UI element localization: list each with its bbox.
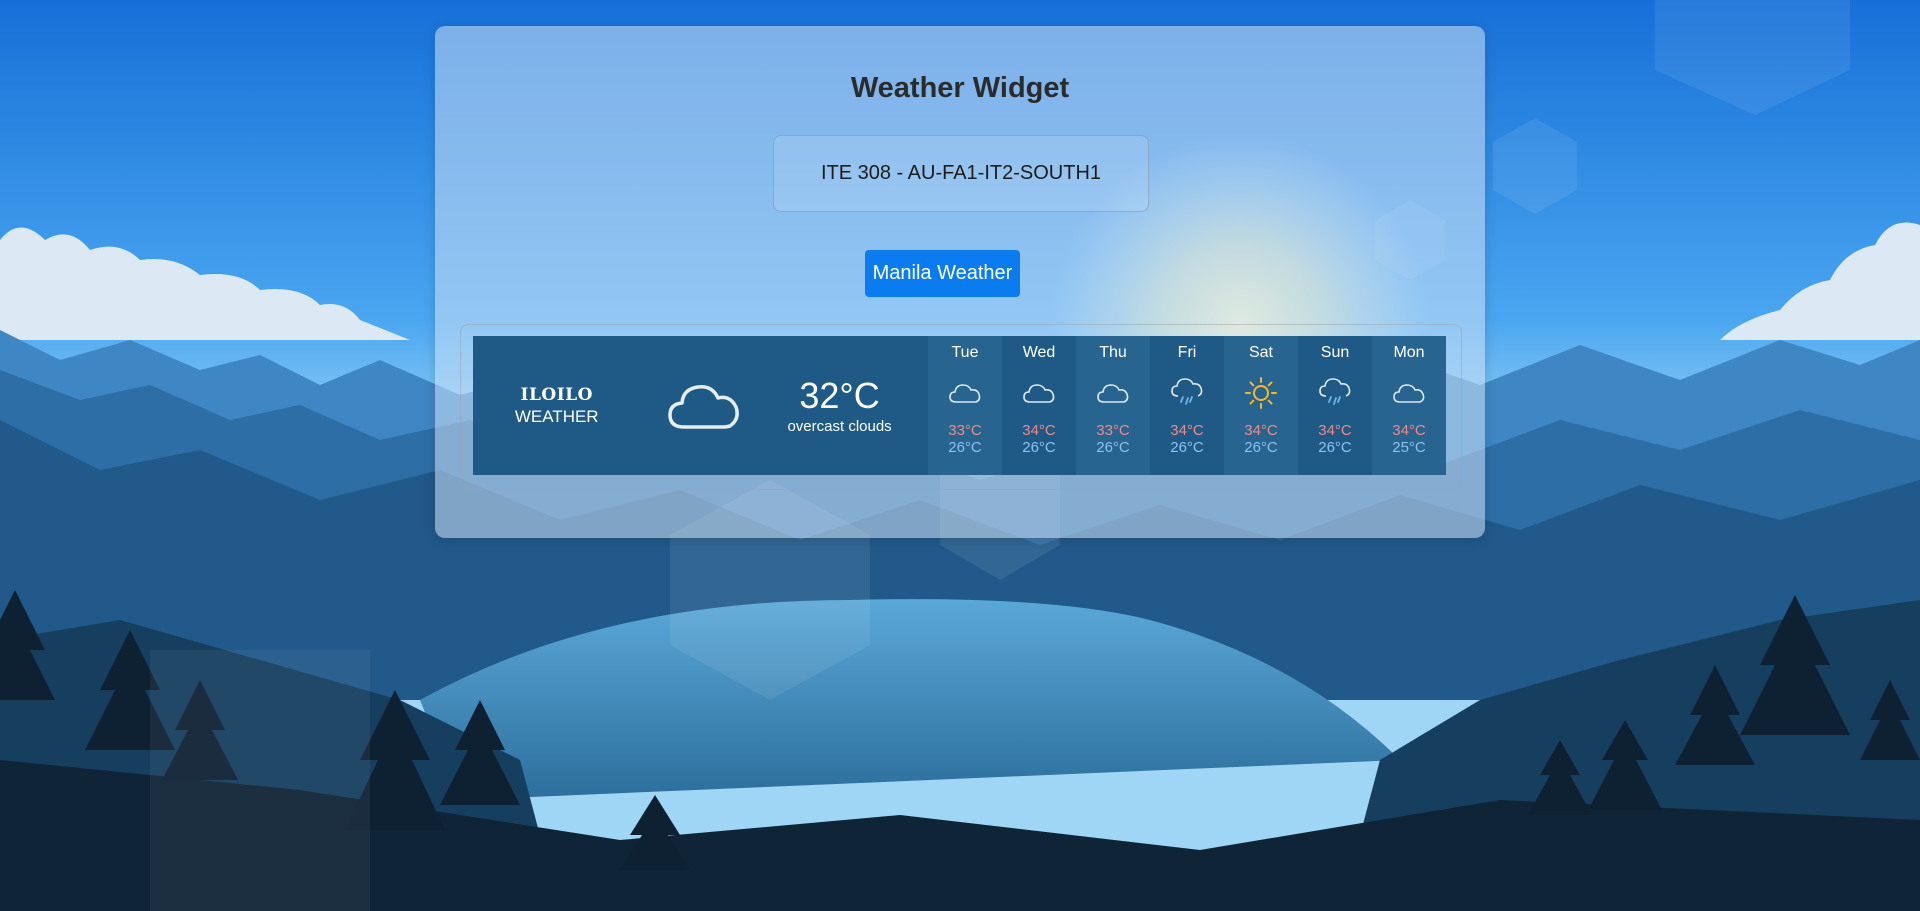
cloud-icon	[1097, 384, 1129, 403]
forecast-high: 34°C	[1022, 422, 1056, 439]
forecast-high: 33°C	[1096, 422, 1130, 439]
forecast-day-name: Wed	[1022, 344, 1056, 361]
forecast-low: 26°C	[1244, 439, 1278, 456]
forecast-low: 25°C	[1392, 439, 1426, 456]
current-temperature-block: 32°C overcast clouds	[767, 336, 912, 475]
forecast-day-name: Mon	[1393, 344, 1425, 361]
forecast-day: Sat 34°C 26°C	[1224, 336, 1298, 475]
weather-label: WEATHER	[514, 406, 599, 426]
forecast-day-name: Sat	[1248, 344, 1273, 361]
forecast-day-name: Tue	[951, 344, 979, 361]
weather-card: Weather Widget ITE 308 - AU-FA1-IT2-SOUT…	[435, 26, 1485, 538]
weather-widget: ILOILO WEATHER 32°C overcast clouds Tue …	[473, 336, 1446, 475]
rain-cloud-icon	[1171, 378, 1203, 405]
forecast-day-name: Thu	[1099, 344, 1127, 361]
forecast-day: Fri 34°C 26°C	[1150, 336, 1224, 475]
cloud-icon	[1393, 384, 1425, 403]
course-label-box: ITE 308 - AU-FA1-IT2-SOUTH1	[773, 135, 1149, 212]
current-location: ILOILO WEATHER	[473, 336, 640, 475]
city-name: ILOILO	[520, 384, 593, 405]
forecast-list: Tue 33°C 26°C Wed 34°C 26°C Thu 33°C 26°…	[928, 336, 1446, 475]
page-title: Weather Widget	[850, 72, 1070, 104]
forecast-high: 34°C	[1170, 422, 1204, 439]
forecast-high: 34°C	[1392, 422, 1426, 439]
current-weather-icon-wrap	[640, 336, 767, 475]
forecast-high: 34°C	[1244, 422, 1278, 439]
cloud-icon	[1023, 384, 1055, 403]
weather-description: overcast clouds	[787, 418, 892, 435]
forecast-day: Wed 34°C 26°C	[1002, 336, 1076, 475]
cloud-icon	[949, 384, 981, 403]
cloud-icon	[668, 384, 739, 429]
current-temperature: 32°C	[799, 375, 880, 416]
forecast-low: 26°C	[1096, 439, 1130, 456]
course-label: ITE 308 - AU-FA1-IT2-SOUTH1	[820, 162, 1102, 184]
forecast-day: Thu 33°C 26°C	[1076, 336, 1150, 475]
forecast-low: 26°C	[1022, 439, 1056, 456]
rain-cloud-icon	[1319, 378, 1351, 405]
forecast-day: Tue 33°C 26°C	[928, 336, 1002, 475]
forecast-high: 33°C	[948, 422, 982, 439]
forecast-day-name: Fri	[1177, 344, 1197, 361]
forecast-day: Mon 34°C 25°C	[1372, 336, 1446, 475]
forecast-low: 26°C	[1170, 439, 1204, 456]
forecast-day-name: Sun	[1320, 344, 1350, 361]
manila-weather-button[interactable]: Manila Weather	[865, 250, 1020, 297]
sun-icon	[1245, 377, 1277, 409]
forecast-low: 26°C	[1318, 439, 1352, 456]
forecast-day: Sun 34°C 26°C	[1298, 336, 1372, 475]
forecast-low: 26°C	[948, 439, 982, 456]
forecast-high: 34°C	[1318, 422, 1352, 439]
